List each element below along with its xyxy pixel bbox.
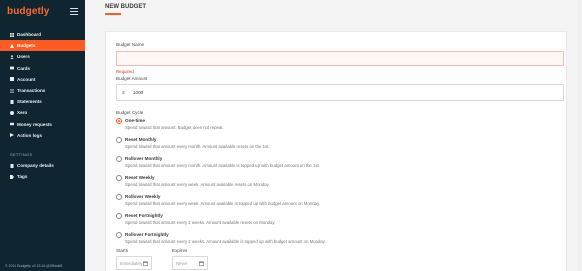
version-footer: © 2021 Budgetly v2.13.16 @0f5cdd5	[5, 264, 63, 268]
sidebar-item-statements[interactable]: Statements	[0, 96, 85, 107]
cycle-option-description: Spend toward that amount. Budget does no…	[125, 125, 224, 130]
company-icon	[10, 163, 14, 168]
action-logs-icon	[10, 133, 14, 138]
starts-label: Starts	[116, 248, 128, 253]
budget-name-input[interactable]	[116, 51, 564, 66]
sidebar-item-xero[interactable]: Xero	[0, 107, 85, 118]
budget-amount-input[interactable]: $ 1000	[116, 84, 564, 101]
account-icon	[10, 77, 14, 82]
cycle-option-title: One-time	[125, 118, 145, 123]
sidebar-nav: Dashboard Budgets Users Cards Account Tr…	[0, 29, 85, 141]
cycle-option-title: Reset Weekly	[125, 175, 155, 180]
cycle-option-description: Spend toward that amount every month. Am…	[125, 144, 270, 149]
cycle-option-title: Rollover Monthly	[125, 156, 163, 161]
statements-icon	[10, 99, 14, 104]
sidebar-item-label: Money requests	[17, 121, 52, 127]
brand-bar: budgetly	[7, 6, 78, 20]
main-content: NEW BUDGET Budget Name Required Budget A…	[85, 0, 582, 271]
expires-date-input[interactable]: Never	[172, 256, 208, 270]
radio-button[interactable]	[116, 156, 122, 162]
sidebar-item-account[interactable]: Account	[0, 74, 85, 85]
cycle-option-description: Spend toward that amount every 2 weeks. …	[125, 220, 276, 225]
cycle-option-description: Spend toward that amount every week. Amo…	[125, 201, 321, 206]
budgets-icon	[10, 43, 14, 48]
hamburger-icon[interactable]	[70, 8, 78, 15]
radio-button[interactable]	[116, 213, 122, 219]
radio-button[interactable]	[116, 118, 122, 124]
sidebar-item-transactions[interactable]: Transactions	[0, 85, 85, 96]
new-budget-form: Budget Name Required Budget Amount $ 100…	[105, 31, 567, 271]
sidebar-item-dashboard[interactable]: Dashboard	[0, 29, 85, 40]
starts-placeholder: Immediately	[120, 261, 143, 266]
calendar-icon	[199, 261, 204, 266]
title-underline	[105, 13, 121, 15]
radio-button[interactable]	[116, 194, 122, 200]
sidebar-item-label: Dashboard	[17, 32, 41, 38]
sidebar-item-label: Budgets	[17, 43, 36, 49]
budget-cycle-label: Budget Cycle	[116, 110, 144, 115]
expires-label: Expires	[172, 248, 188, 253]
transactions-icon	[10, 89, 14, 93]
cycle-option-description: Spend toward that amount every month. Am…	[125, 163, 320, 168]
sidebar-item-label: Tags	[17, 174, 28, 180]
expires-placeholder: Never	[176, 261, 188, 266]
dashboard-icon	[10, 32, 14, 37]
cycle-option-title: Reset Fortnightly	[125, 213, 163, 218]
money-requests-icon	[10, 122, 14, 126]
sidebar-item-budgets[interactable]: Budgets	[0, 40, 85, 52]
sidebar-item-users[interactable]: Users	[0, 51, 85, 62]
vertical-scrollbar[interactable]	[578, 0, 582, 271]
starts-date-input[interactable]: Immediately	[116, 256, 152, 270]
currency-symbol: $	[122, 90, 125, 95]
cycle-option-title: Reset Monthly	[125, 137, 157, 142]
radio-button[interactable]	[116, 137, 122, 143]
radio-button[interactable]	[116, 175, 122, 181]
users-icon	[10, 55, 14, 59]
xero-icon	[10, 110, 14, 115]
settings-section-title: SETTINGS	[10, 152, 33, 157]
sidebar-item-label: Company details	[17, 163, 54, 169]
sidebar-item-action-logs[interactable]: Action logs	[0, 130, 85, 141]
sidebar-item-label: Users	[17, 54, 30, 60]
cycle-option-description: Spend toward that amount every week. Amo…	[125, 182, 270, 187]
calendar-icon	[143, 261, 148, 266]
radio-button[interactable]	[116, 232, 122, 238]
tag-icon	[10, 174, 14, 179]
sidebar-item-label: Statements	[17, 99, 42, 105]
settings-nav: Company details Tags	[0, 160, 85, 182]
budget-amount-value: 1000	[133, 90, 144, 95]
sidebar-item-label: Transactions	[17, 88, 46, 94]
budget-name-error: Required	[116, 69, 134, 74]
sidebar-item-label: Xero	[17, 110, 28, 116]
sidebar-item-cards[interactable]: Cards	[0, 63, 85, 74]
sidebar-item-label: Action logs	[17, 132, 43, 138]
cycle-option-title: Rollover Weekly	[125, 194, 161, 199]
cycle-option-title: Rollover Fortnightly	[125, 232, 169, 237]
sidebar: budgetly Dashboard Budgets Users Cards A…	[0, 0, 85, 271]
budget-amount-label: Budget Amount	[116, 76, 148, 81]
sidebar-item-company-details[interactable]: Company details	[0, 160, 85, 171]
budget-name-label: Budget Name	[116, 42, 145, 47]
sidebar-item-money-requests[interactable]: Money requests	[0, 119, 85, 130]
budgetly-logo[interactable]: budgetly	[7, 6, 49, 17]
cycle-option-description: Spend toward that amount every 2 weeks. …	[125, 239, 326, 244]
sidebar-item-label: Account	[17, 76, 36, 82]
sidebar-item-label: Cards	[17, 65, 31, 71]
card-icon	[10, 66, 14, 70]
page-title: NEW BUDGET	[105, 4, 146, 10]
sidebar-item-tags[interactable]: Tags	[0, 171, 85, 182]
